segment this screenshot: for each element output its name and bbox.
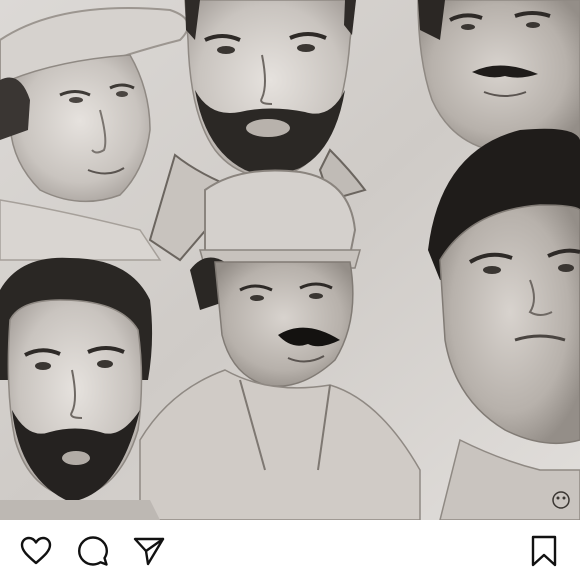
comment-bubble-icon bbox=[78, 536, 108, 566]
bookmark-icon bbox=[531, 535, 557, 567]
paper-plane-icon bbox=[133, 537, 165, 566]
save-button[interactable] bbox=[527, 534, 561, 568]
like-button[interactable] bbox=[19, 534, 53, 568]
post-image[interactable] bbox=[0, 0, 580, 520]
post-action-bar bbox=[0, 520, 580, 580]
pencil-portrait-drawing bbox=[0, 0, 580, 520]
post-card bbox=[0, 0, 580, 580]
share-button[interactable] bbox=[132, 534, 166, 568]
heart-icon bbox=[20, 536, 52, 565]
comment-button[interactable] bbox=[76, 534, 110, 568]
